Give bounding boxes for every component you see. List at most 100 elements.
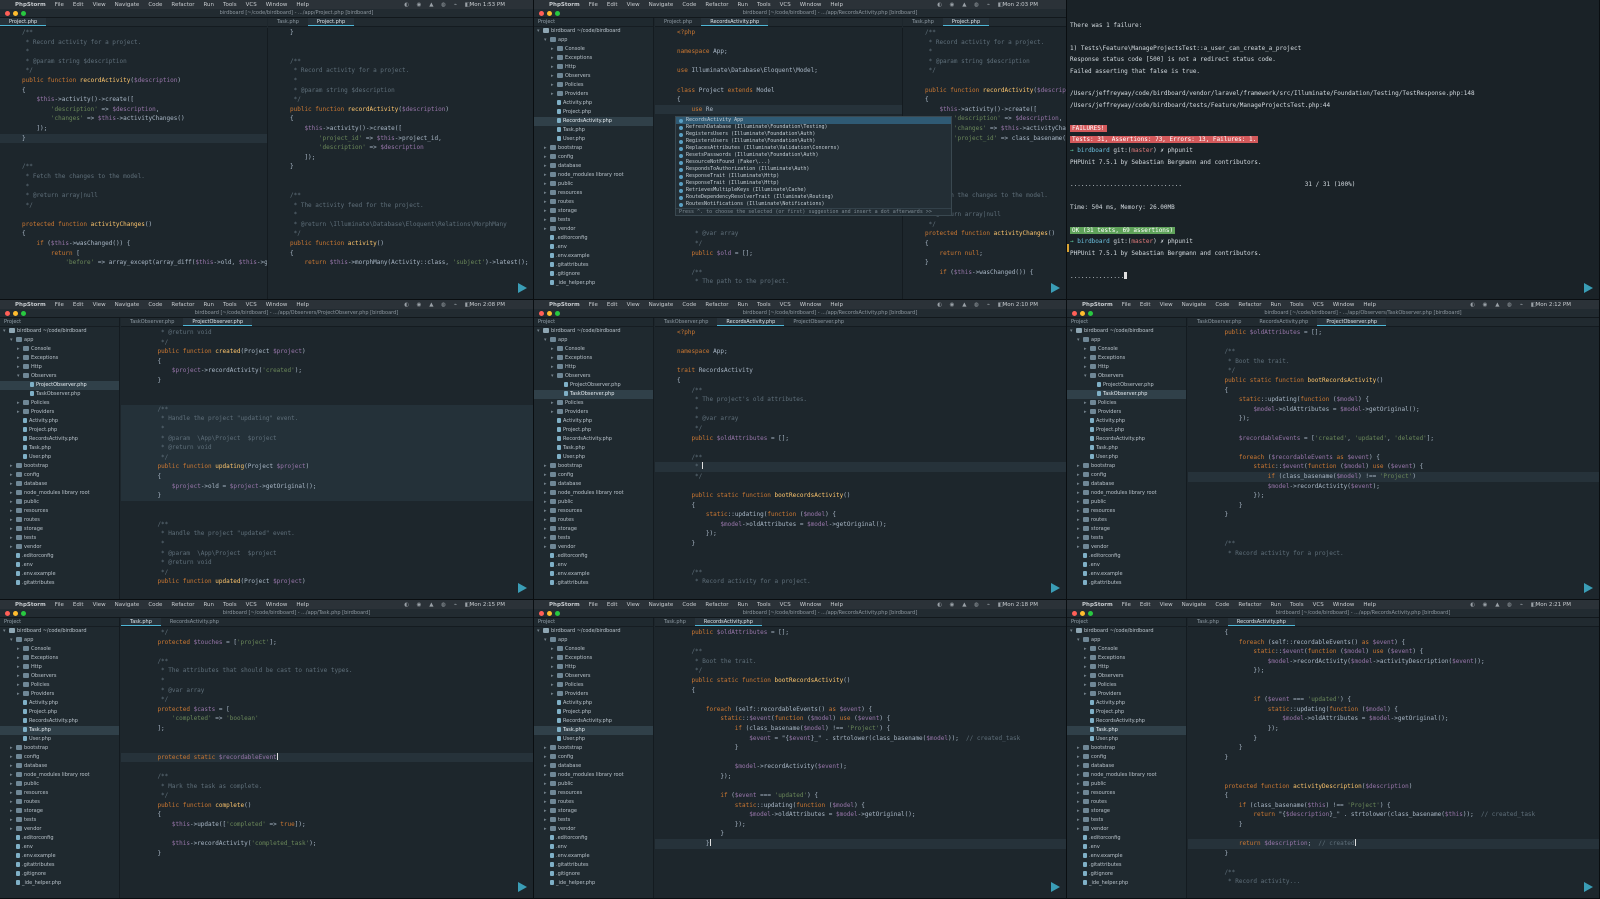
tree-item[interactable]: ▾ app	[534, 336, 653, 345]
code-line[interactable]: * Record activity for a project.	[655, 577, 1066, 587]
tree-item[interactable]: Activity.php	[534, 417, 653, 426]
minimize-window-button[interactable]	[547, 310, 552, 316]
code-line[interactable]: */	[121, 791, 533, 801]
menu-item[interactable]: Edit	[73, 602, 84, 608]
code-line[interactable]: */	[268, 95, 533, 105]
tree-item[interactable]: Task.php	[534, 126, 653, 135]
window-titlebar[interactable]: birdboard [~/code/birdboard] - .../app/O…	[0, 309, 533, 318]
menubar-clock[interactable]: Mon 2:08 PM	[469, 302, 505, 308]
tree-item[interactable]: ▸ Providers	[0, 690, 119, 699]
tree-item[interactable]: .gitattributes	[534, 861, 653, 870]
minimize-window-button[interactable]	[13, 10, 18, 16]
close-window-button[interactable]	[5, 10, 10, 16]
code-line[interactable]	[1188, 829, 1599, 839]
code-line[interactable]: protected $touches = ['project'];	[121, 638, 533, 648]
code-line[interactable]: public static function bootRecordsActivi…	[655, 676, 1066, 686]
code-line[interactable]: {	[0, 86, 267, 96]
code-line[interactable]	[1188, 520, 1599, 530]
close-window-button[interactable]	[5, 310, 10, 316]
code-line[interactable]: */	[121, 568, 533, 578]
code-line[interactable]: if ($this->wasChanged()) {	[903, 268, 1066, 278]
code-line[interactable]: *	[903, 47, 1066, 57]
code-line[interactable]: * @return array|null	[0, 191, 267, 201]
tree-item[interactable]: ▸ Console	[0, 645, 119, 654]
zoom-window-button[interactable]	[1088, 310, 1093, 316]
menu-item[interactable]: View	[1160, 302, 1173, 308]
menubar-clock[interactable]: Mon 1:53 PM	[469, 2, 505, 8]
code-line[interactable]: /**	[655, 647, 1066, 657]
project-tool-header[interactable]: Project	[534, 18, 653, 27]
code-editor[interactable]: <?php namespace App; trait RecordsActivity…	[655, 328, 1066, 599]
zoom-window-button[interactable]	[555, 10, 560, 16]
tree-item[interactable]: ▸ Http	[534, 363, 653, 372]
tree-item[interactable]: ▸ public	[534, 180, 653, 189]
code-line[interactable]: public function recordActivity($descript…	[0, 76, 267, 86]
code-line[interactable]: {	[121, 357, 533, 367]
menu-item[interactable]: File	[589, 2, 598, 8]
tree-item[interactable]: ▸ storage	[0, 807, 119, 816]
tree-item[interactable]: .gitignore	[0, 870, 119, 879]
menu-item[interactable]: Run	[1270, 302, 1281, 308]
autocomplete-item[interactable]: RetrievesMultipleKeys (Illuminate\Cache)	[676, 187, 951, 194]
code-line[interactable]: if (class_basename($model) !== 'Project'…	[1188, 471, 1599, 482]
code-line[interactable]: */	[0, 66, 267, 76]
code-line[interactable]: }	[655, 539, 1066, 549]
code-line[interactable]: }	[1188, 734, 1599, 744]
code-line[interactable]: static::$event(function ($model) use ($e…	[1188, 462, 1599, 472]
menu-item[interactable]: File	[589, 602, 598, 608]
menu-item[interactable]: Run	[203, 302, 214, 308]
tree-item[interactable]: ▸ resources	[0, 507, 119, 516]
tree-item[interactable]: ▸ config	[0, 471, 119, 480]
tree-item[interactable]: ▸ Http	[0, 663, 119, 672]
autocomplete-item[interactable]: ResponseTrait (Illuminate\Http)	[676, 173, 951, 180]
code-line[interactable]: $model->oldAttributes = $model->getOrigi…	[655, 520, 1066, 530]
code-editor[interactable]: { foreach (self::recordableEvents() as $…	[1188, 628, 1599, 898]
minimize-window-button[interactable]	[547, 10, 552, 16]
tree-item[interactable]: Task.php	[1067, 444, 1186, 453]
tree-item[interactable]: ▸ Exceptions	[534, 354, 653, 363]
code-line[interactable]: /**	[655, 568, 1066, 578]
tree-item[interactable]: ▸ routes	[1067, 798, 1186, 807]
tree-item[interactable]: Activity.php	[1067, 699, 1186, 708]
zoom-window-button[interactable]	[555, 310, 560, 316]
tree-item[interactable]: ▸ node_modules library root	[1067, 771, 1186, 780]
tree-item[interactable]: ▸ public	[1067, 498, 1186, 507]
tree-item[interactable]: ▸ tests	[534, 216, 653, 225]
tree-item[interactable]: ▸ Observers	[0, 672, 119, 681]
code-line[interactable]: *	[268, 76, 533, 86]
code-line[interactable]	[121, 510, 533, 520]
code-line[interactable]: $recordableEvents = ['created', 'updated…	[1188, 434, 1599, 444]
tree-item[interactable]: ▸ storage	[0, 525, 119, 534]
app-menu[interactable]: PhpStorm	[15, 602, 46, 608]
menu-item[interactable]: Help	[1363, 602, 1376, 608]
code-line[interactable]	[655, 76, 902, 86]
code-line[interactable]: }	[268, 28, 533, 38]
editor-tab[interactable]: RecordsActivity.php	[161, 618, 228, 626]
menu-item[interactable]: VCS	[246, 2, 257, 8]
code-line[interactable]: {	[655, 376, 1066, 386]
menu-item[interactable]: View	[627, 302, 640, 308]
app-menu[interactable]: PhpStorm	[549, 2, 580, 8]
menu-item[interactable]: Edit	[73, 302, 84, 308]
tree-item[interactable]: ▸ bootstrap	[0, 744, 119, 753]
editor-tab[interactable]: Project.php	[942, 18, 990, 26]
tree-item[interactable]: RecordsActivity.php	[534, 435, 653, 444]
code-line[interactable]: * Handle the project "updating" event.	[121, 414, 533, 424]
menu-item[interactable]: Refactor	[705, 602, 728, 608]
tree-item[interactable]: .env.example	[1067, 852, 1186, 861]
tree-item[interactable]: ▸ config	[534, 471, 653, 480]
code-line[interactable]: */	[903, 220, 1066, 230]
code-line[interactable]	[0, 153, 267, 163]
code-line[interactable]: *	[121, 539, 533, 549]
tree-item[interactable]: RecordsActivity.php	[0, 717, 119, 726]
menu-item[interactable]: Window	[266, 2, 288, 8]
editor-tab[interactable]: ProjectObserver.php	[784, 318, 853, 326]
code-line[interactable]: * @param \App\Project $project	[121, 549, 533, 559]
window-titlebar[interactable]: birdboard [~/code/birdboard] - .../app/R…	[534, 9, 1066, 18]
tree-item[interactable]: ▾ birdboard ~/code/birdboard	[534, 327, 653, 336]
tree-item[interactable]: ▾ birdboard ~/code/birdboard	[0, 327, 119, 336]
tree-item[interactable]: ▸ bootstrap	[534, 744, 653, 753]
menu-item[interactable]: Tools	[757, 602, 771, 608]
tree-item[interactable]: .env.example	[534, 570, 653, 579]
editor-tab[interactable]: RecordsActivity.php	[717, 318, 785, 326]
